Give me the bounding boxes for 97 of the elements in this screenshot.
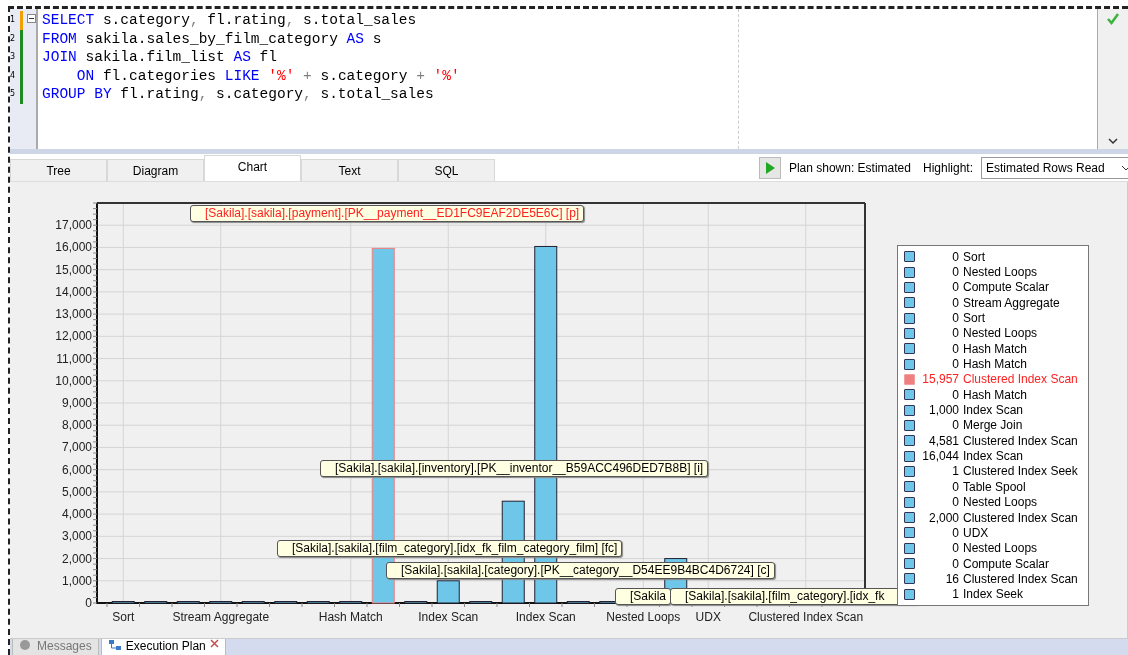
legend-value: 4,581 [927,433,959,448]
legend-label: Nested Loops [963,495,1038,510]
line-number: 1 [10,14,17,26]
legend-label: Index Seek [963,587,1024,602]
legend-value: 0 [951,265,959,279]
legend-label: Hash Match [963,357,1028,372]
legend-label: Compute Scalar [963,280,1050,295]
highlight-label: Highlight: [922,161,973,175]
axis-label: 6,000 [61,462,92,477]
legend-label: Table Spool [963,479,1026,494]
legend-value: 0 [951,418,959,433]
tab[interactable]: Messages [12,639,99,655]
axis-label: 10,000 [55,373,92,388]
legend-value: 0 [951,525,959,540]
axis-label: 13,000 [55,307,92,322]
axis-label: Index Scan [515,610,576,624]
tab[interactable]: Execution Plan [100,639,226,655]
chart-tooltip: [Sakila].[sakila].[inventory].[PK__inventor__B59ACC496DED7B8B] [i] [320,460,709,477]
chart-tooltip: [Sakila [615,588,672,605]
code-line: GROUP BY fl.rating, s.category, s.total_sales [42,85,434,104]
legend-value: 0 [951,541,959,556]
axis-label: 0 [85,596,92,610]
legend-label: Stream Aggregate [963,295,1060,310]
legend-value: 0 [951,387,959,402]
line-number: 5 [10,88,17,100]
axis-label: Stream Aggregate [172,610,270,624]
code-line: SELECT s.category, fl.rating, s.total_sales [42,11,417,30]
tab[interactable]: Tree [10,159,107,181]
legend-value: 1 [951,464,959,479]
legend-label: Index Scan [963,403,1024,418]
legend-label: Merge Join [963,418,1023,433]
legend-label: UDX [963,525,989,540]
axis-label: 9,000 [61,396,92,410]
axis-label: 2,000 [61,551,92,566]
highlight-dropdown[interactable]: Estimated Rows Read [981,157,1128,179]
axis-label: 16,000 [55,240,92,255]
axis-label: 3,000 [61,529,92,544]
axis-label: Sort [112,610,135,624]
chart-tooltip: [Sakila].[sakila].[film_category].[idx_fk_film_category_film] [fc] [277,540,623,557]
code-line: JOIN sakila.film_list AS fl [42,48,277,67]
axis-label: Index Scan [418,610,479,624]
legend-value: 0 [951,249,959,264]
line-number: 3 [10,51,17,63]
legend-value: 2,000 [927,510,959,525]
axis-label: 5,000 [61,484,92,499]
axis-label: 12,000 [55,329,92,344]
tab[interactable]: Chart [204,155,301,181]
legend-label: Hash Match [963,341,1028,356]
line-number: 2 [10,32,17,45]
axis-label: Clustered Index Scan [748,610,864,624]
axis-label: 11,000 [56,351,92,366]
legend-label: Nested Loops [963,265,1038,279]
line-number: 4 [10,69,17,82]
legend-value: 0 [951,357,959,372]
tab[interactable]: Diagram [107,159,204,181]
axis-label: 1,000 [61,573,92,588]
legend-value: 1 [951,587,959,602]
legend-value: 0 [951,326,959,341]
legend-label: Clustered Index Scan [963,372,1078,387]
legend-value: 0 [951,479,959,494]
legend-value: 0 [951,311,959,326]
legend-label: Clustered Index Seek [963,464,1078,479]
axis-label: UDX [695,610,721,624]
tab[interactable]: SQL [398,159,495,181]
tab[interactable]: Text [301,159,398,181]
legend-label: Clustered Index Scan [963,571,1078,586]
code-line: FROM sakila.sales_by_film_category AS s [42,29,382,48]
legend-label: Compute Scalar [963,556,1050,571]
legend-value: 0 [951,495,959,510]
plan-status: Plan shown: Estimated [788,161,911,175]
axis-label: 8,000 [61,418,92,433]
legend-label: Sort [963,249,985,264]
legend-value: 15,957 [921,372,959,387]
legend-value: 0 [951,280,959,295]
axis-label: Nested Loops [606,610,681,624]
axis-label: 4,000 [61,507,92,522]
legend-value: 1,000 [927,403,959,418]
legend-label: Sort [963,311,985,326]
legend-value: 16,044 [921,449,959,464]
legend-value: 0 [951,295,959,310]
legend-label: Nested Loops [963,326,1038,341]
axis-label: 17,000 [55,218,92,233]
legend-value: 0 [951,341,959,356]
axis-label: 15,000 [55,262,92,277]
axis-label: Hash Match [318,610,383,624]
legend-label: Clustered Index Scan [963,433,1078,448]
code-line: ON fl.categories LIKE '%' + s.category + '%' [75,66,460,85]
legend-value: 16 [944,571,959,586]
legend-label: Clustered Index Scan [963,510,1078,525]
chart-tooltip: [Sakila].[sakila].[category].[PK__category__D54EE9B4BC4D6724] [c] [386,562,775,579]
legend-label: Index Scan [963,449,1024,464]
axis-label: 14,000 [55,284,92,299]
legend-value: 0 [951,556,959,571]
legend-label: Nested Loops [963,541,1038,556]
legend-label: Hash Match [963,387,1028,402]
axis-label: 7,000 [61,440,92,455]
chart-tooltip: [Sakila].[sakila].[payment].[PK__payment__ED1FC9EAF2DE5E6C] [p] [190,205,585,222]
